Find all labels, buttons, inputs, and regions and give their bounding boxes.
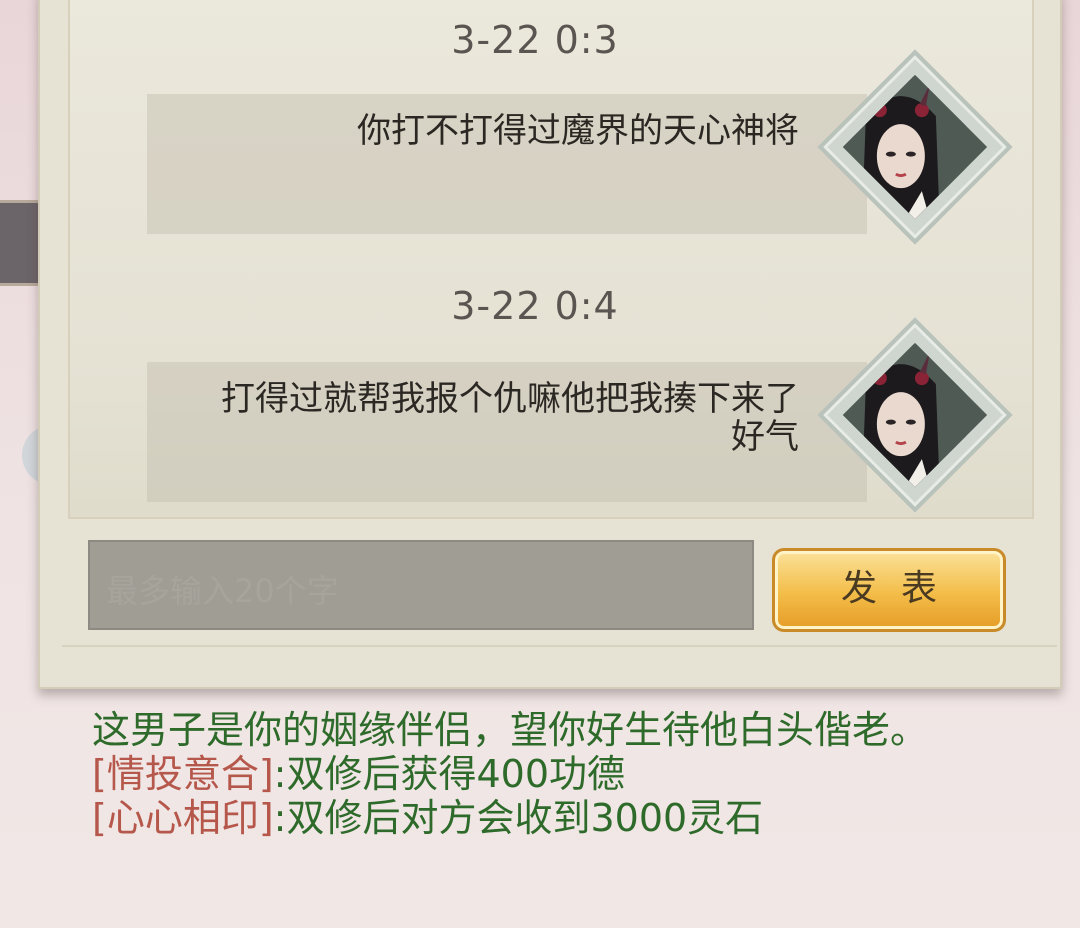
panel-divider — [62, 645, 1057, 657]
message-input-placeholder: 最多输入20个字 — [106, 572, 339, 610]
message-bubble: 你打不打得过魔界的天心神将 — [147, 94, 867, 234]
description-intro: 这男子是你的姻缘伴侣，望你好生待他白头偕老。 — [92, 708, 929, 752]
message-text: 打得过就帮我报个仇嘛他把我揍下来了 好气 — [221, 379, 799, 457]
message-bubble: 打得过就帮我报个仇嘛他把我揍下来了 好气 — [147, 362, 867, 502]
send-button[interactable]: 发表 — [772, 548, 1006, 632]
perk-tag: [情投意合] — [92, 752, 274, 796]
perk-line: [情投意合]:双修后获得400功德 — [92, 752, 992, 796]
perk-text: :双修后获得400功德 — [273, 752, 625, 796]
perk-line: [心心相印]:双修后对方会收到3000灵石 — [92, 796, 992, 840]
relationship-description: 这男子是你的姻缘伴侣，望你好生待他白头偕老。 [情投意合]:双修后获得400功德… — [92, 708, 992, 840]
side-tab[interactable] — [0, 200, 40, 286]
message-input[interactable]: 最多输入20个字 — [88, 540, 754, 630]
perk-tag: [心心相印] — [92, 796, 274, 840]
message-text: 你打不打得过魔界的天心神将 — [357, 111, 799, 151]
perk-text: :双修后对方会收到3000灵石 — [273, 796, 764, 840]
